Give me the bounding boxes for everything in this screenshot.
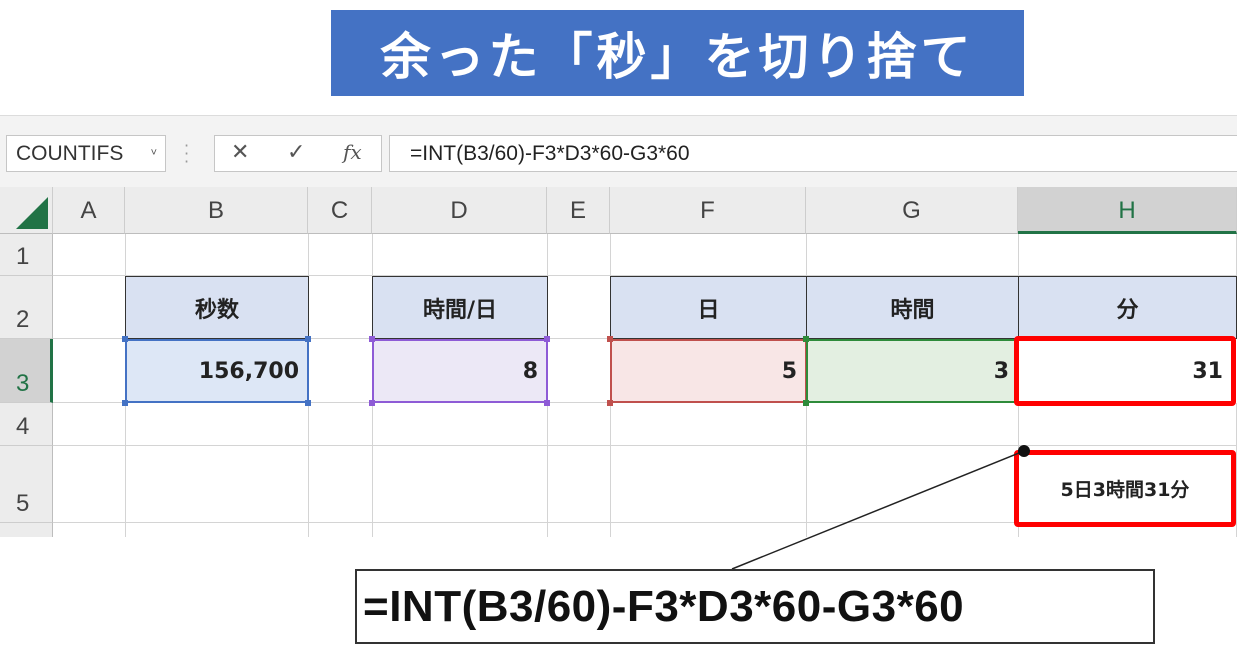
page: 余った「秒」を切り捨て COUNTIFS ˅ · · · ✕ ✓ fx =INT(B…: [0, 0, 1240, 666]
callout-line: [731, 450, 1025, 570]
callout-connector: [731, 445, 1030, 570]
formula-callout: =INT(B3/60)-F3*D3*60-G3*60: [355, 569, 1155, 644]
callout-dot: [1018, 445, 1030, 457]
